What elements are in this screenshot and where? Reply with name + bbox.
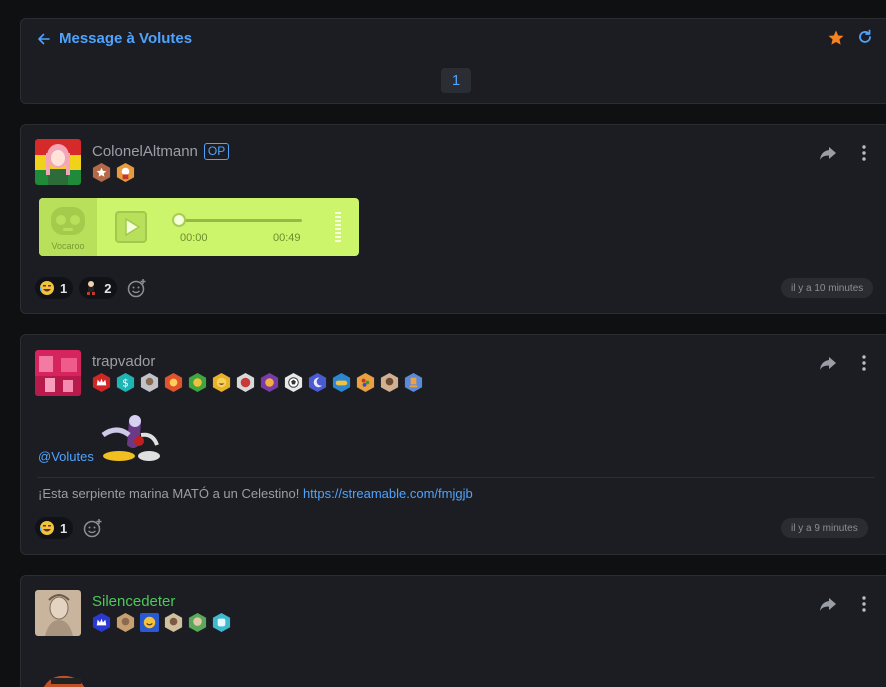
gamepad-badge-icon xyxy=(332,372,351,393)
bronze-star-badge-icon xyxy=(92,162,111,183)
username[interactable]: Silencedeter xyxy=(92,593,175,610)
post-card: Silencedeter xyxy=(20,575,886,687)
badge-list xyxy=(91,612,232,633)
volume-slider-icon[interactable] xyxy=(334,211,342,243)
audio-progress-track[interactable] xyxy=(180,219,302,222)
crown-badge-icon xyxy=(92,612,111,633)
content-divider xyxy=(37,477,875,478)
post-card: ColonelAltmann OP Vocaroo 00:00 00:49 1 xyxy=(20,124,886,314)
op-badge: OP xyxy=(203,143,230,160)
reaction-crying-laugh[interactable]: 1 xyxy=(35,277,74,299)
dancing-emoji-icon xyxy=(87,281,96,295)
streamable-link[interactable]: https://streamable.com/fmjgjb xyxy=(303,486,473,501)
thread-title: Message à Volutes xyxy=(59,30,193,47)
share-icon[interactable] xyxy=(819,354,837,372)
post-timestamp: il y a 10 minutes xyxy=(781,278,874,298)
reaction-dancing[interactable]: 2 xyxy=(79,277,118,299)
refresh-icon[interactable] xyxy=(857,29,873,45)
badge-list xyxy=(91,162,136,183)
play-button[interactable] xyxy=(115,211,147,243)
share-icon[interactable] xyxy=(819,595,837,613)
more-options-icon[interactable] xyxy=(861,145,867,161)
add-reaction-icon[interactable] xyxy=(83,518,103,538)
reaction-bar: 1 2 xyxy=(35,277,147,299)
character-badge-icon xyxy=(116,162,135,183)
back-link[interactable]: Message à Volutes xyxy=(37,30,192,47)
fire-badge-icon xyxy=(164,372,183,393)
face-badge-icon xyxy=(188,612,207,633)
thread-header: Message à Volutes 1 xyxy=(20,18,886,104)
face-badge-icon xyxy=(236,372,255,393)
more-options-icon[interactable] xyxy=(861,355,867,371)
message-text: ¡Esta serpiente marina MATÓ a un Celesti… xyxy=(38,486,473,501)
arrow-left-icon xyxy=(38,33,50,44)
dollar-badge-icon: $ xyxy=(116,372,135,393)
add-reaction-icon[interactable] xyxy=(127,278,147,298)
person-badge-icon xyxy=(164,612,183,633)
moon-badge-icon xyxy=(308,372,327,393)
smiley-badge-icon xyxy=(139,612,160,633)
page-number-button[interactable]: 1 xyxy=(441,68,471,93)
laugh-badge-icon xyxy=(212,372,231,393)
post-timestamp: il y a 9 minutes xyxy=(781,518,868,538)
sticker-image xyxy=(43,675,85,687)
badge-list: $ xyxy=(91,372,424,393)
crown-badge-icon xyxy=(92,372,111,393)
avatar[interactable] xyxy=(35,590,81,636)
person-badge-icon xyxy=(380,372,399,393)
crying-laugh-emoji-icon xyxy=(39,281,54,295)
vocaroo-label: Vocaroo xyxy=(51,241,85,251)
soccer-badge-icon xyxy=(284,372,303,393)
sticker-image xyxy=(101,415,160,461)
star-icon[interactable] xyxy=(827,29,845,47)
username[interactable]: ColonelAltmann OP xyxy=(92,143,230,160)
vocaroo-robot-icon xyxy=(51,207,85,235)
svg-text:$: $ xyxy=(122,377,129,389)
villain-badge-icon xyxy=(260,372,279,393)
share-icon[interactable] xyxy=(819,144,837,162)
vocaroo-player: Vocaroo 00:00 00:49 xyxy=(39,198,359,256)
portrait-badge-icon xyxy=(116,612,135,633)
avatar[interactable] xyxy=(35,350,81,396)
robot-badge-icon xyxy=(212,612,231,633)
avatar[interactable] xyxy=(35,139,81,185)
post-card: trapvador $ @Volutes ¡Esta serpiente mar… xyxy=(20,334,886,555)
palette-badge-icon xyxy=(356,372,375,393)
more-options-icon[interactable] xyxy=(861,596,867,612)
turtle-badge-icon xyxy=(188,372,207,393)
reaction-bar: 1 xyxy=(35,517,103,539)
audio-progress-handle[interactable] xyxy=(172,213,186,227)
portrait-badge-icon xyxy=(140,372,159,393)
trophy-badge-icon xyxy=(404,372,423,393)
crying-laugh-emoji-icon xyxy=(39,521,54,535)
username[interactable]: trapvador xyxy=(92,353,155,370)
user-mention-link[interactable]: @Volutes xyxy=(38,449,94,464)
duration: 00:49 xyxy=(273,232,301,244)
current-time: 00:00 xyxy=(180,232,208,244)
reaction-crying-laugh[interactable]: 1 xyxy=(35,517,74,539)
